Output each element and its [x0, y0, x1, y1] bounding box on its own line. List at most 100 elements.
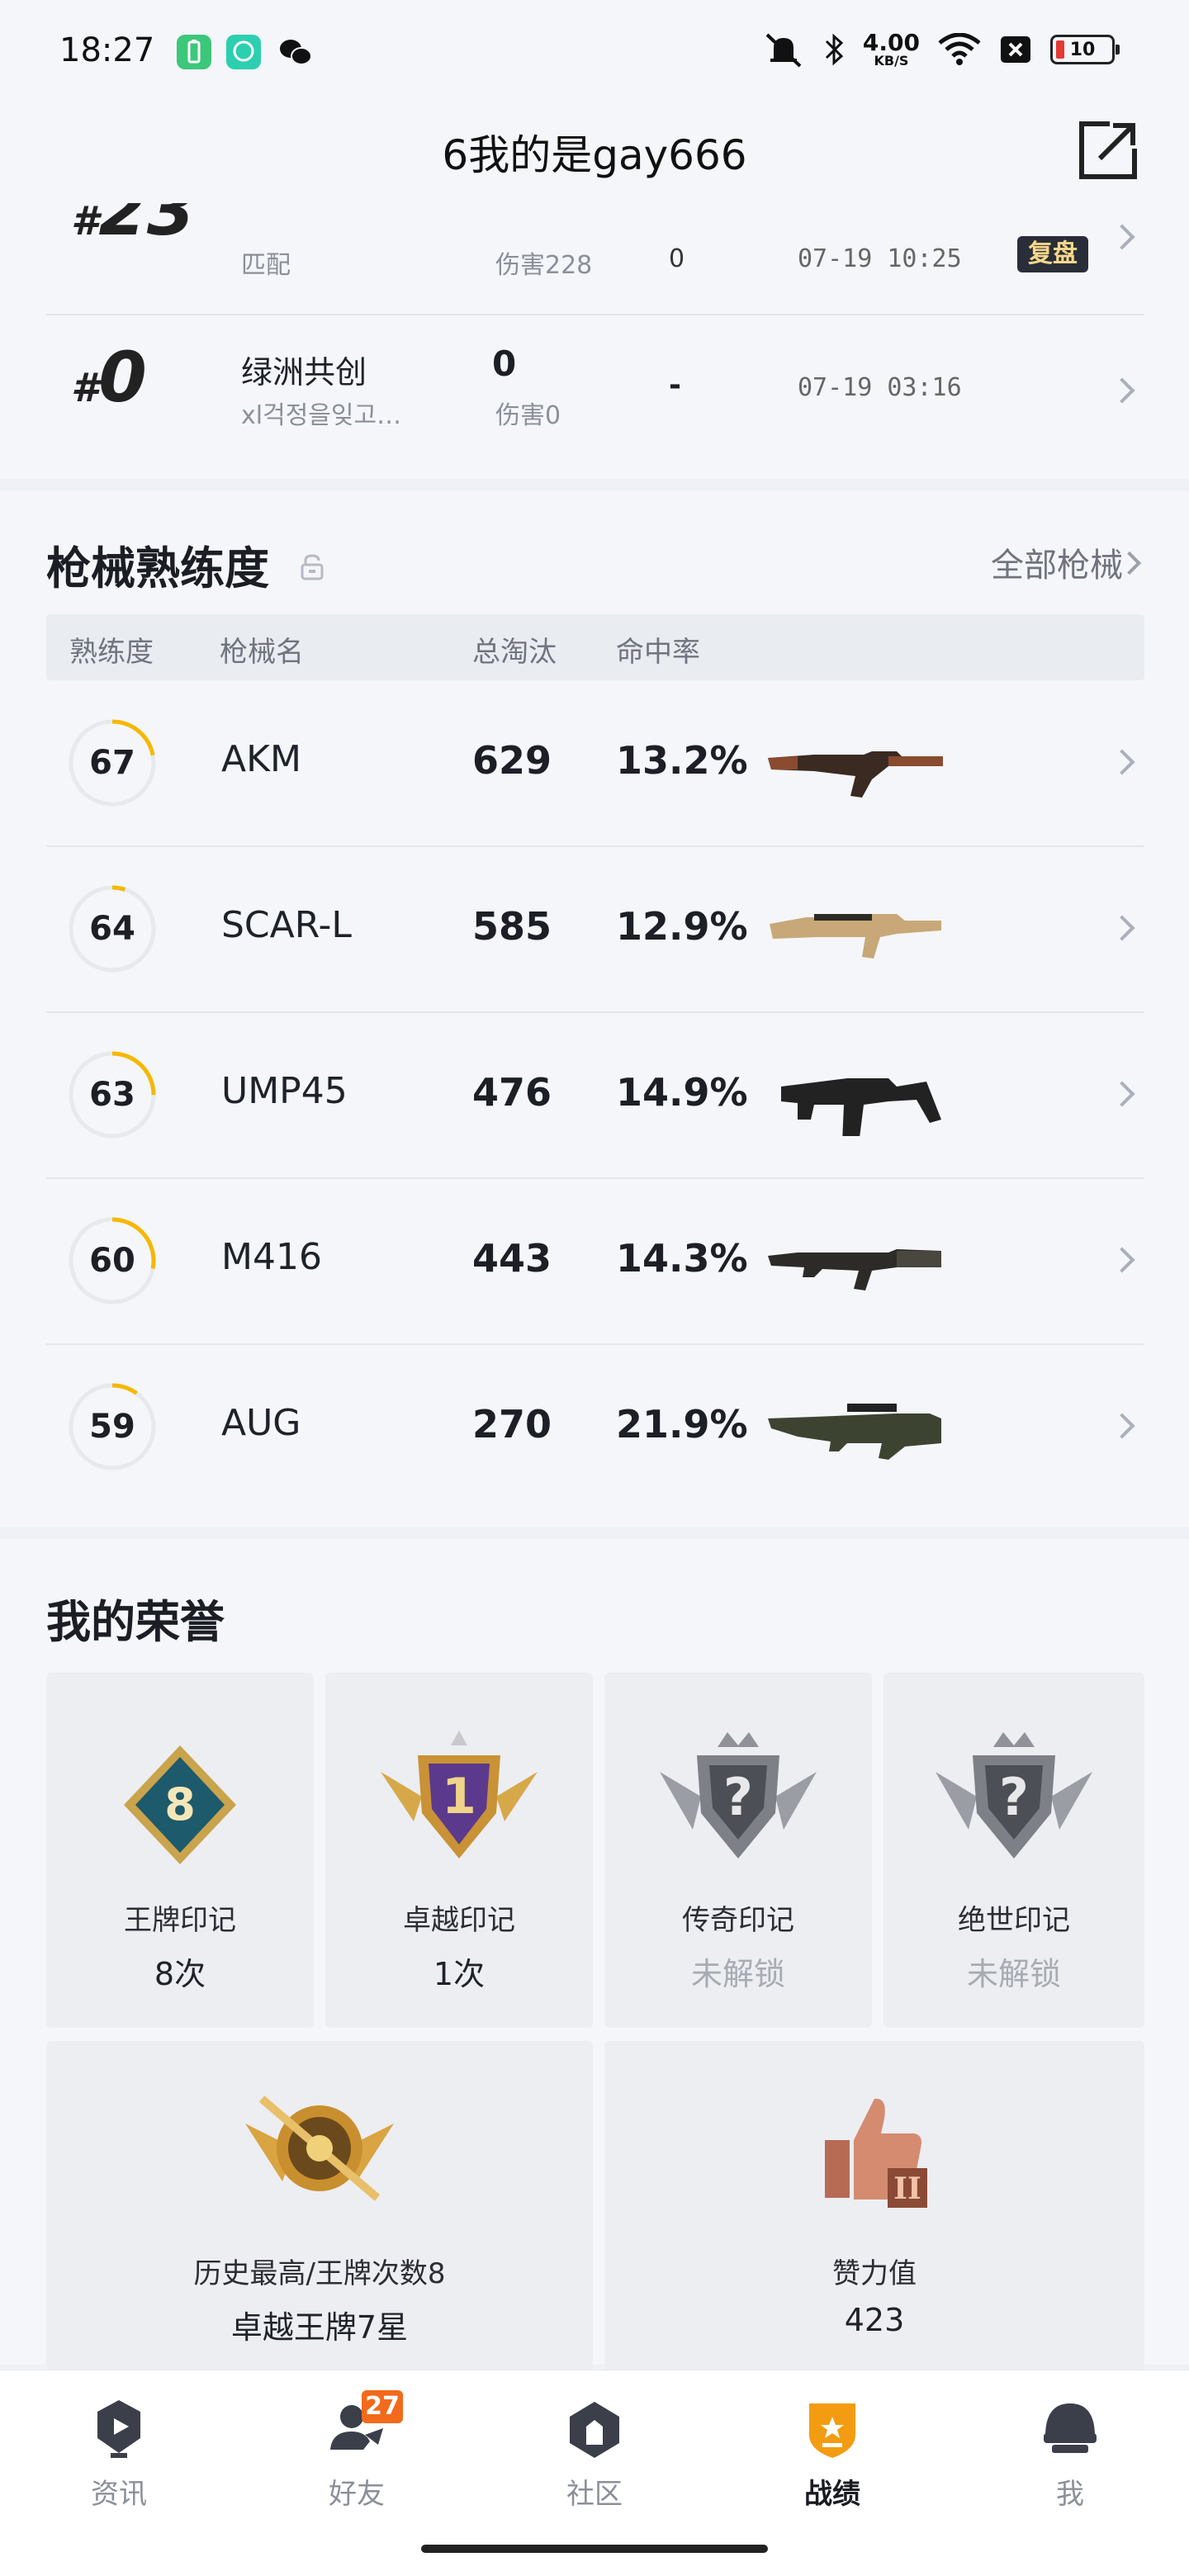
- honor-value: 卓越王牌7星: [230, 2309, 409, 2346]
- gun-row[interactable]: 59 AUG 270 21.9%: [46, 1344, 1144, 1509]
- match-date: 07-19 03:16: [798, 373, 962, 402]
- proficiency-level: 59: [89, 1408, 135, 1446]
- gun-name: M416: [221, 1236, 322, 1278]
- ace-rank-badge-icon: [245, 2095, 394, 2201]
- friends-badge: 27: [362, 2390, 403, 2423]
- gun-image: [768, 1249, 941, 1290]
- share-external-icon[interactable]: [1077, 119, 1139, 182]
- tab-label: 资讯: [91, 2478, 147, 2511]
- honor-card-history-best[interactable]: 历史最高/王牌次数8 卓越王牌7星: [46, 2041, 593, 2371]
- tab-label: 我: [1056, 2478, 1084, 2511]
- gun-hit-rate: 14.3%: [616, 1236, 748, 1281]
- gun-hit-rate: 13.2%: [616, 738, 748, 783]
- honor-value: 8次: [154, 1956, 206, 1992]
- wifi-icon: [938, 33, 981, 65]
- match-mode: 匹配: [241, 251, 291, 280]
- gun-name: UMP45: [221, 1070, 348, 1112]
- gun-row[interactable]: 63 UMP45 476 14.9%: [46, 1012, 1144, 1177]
- locked-legend-badge-icon: ?: [660, 1732, 817, 1859]
- section-title: 枪械熟练度: [46, 542, 269, 594]
- honor-card-ace[interactable]: 8 王牌印记 8次: [46, 1673, 314, 2028]
- lock-icon[interactable]: [299, 553, 325, 581]
- gun-total-kills: 476: [472, 1070, 552, 1115]
- match-subtitle: xl걱정을잊고…: [241, 401, 402, 430]
- honor-card-peerless[interactable]: ? 绝世印记 未解锁: [883, 1673, 1144, 2028]
- tab-community[interactable]: 社区: [476, 2370, 713, 2519]
- gun-name: AKM: [221, 738, 301, 780]
- gun-proficiency-section: 枪械熟练度 全部枪械 熟练度 枪械名 总淘汰 命中率 67 AKM 629 13.2%…: [0, 490, 1189, 1527]
- match-kills: 0: [669, 244, 685, 273]
- mute-icon: [765, 33, 802, 68]
- proficiency-level: 60: [89, 1242, 135, 1280]
- bluetooth-icon: [825, 33, 844, 66]
- match-mode: 绿洲共创: [241, 354, 367, 391]
- status-time: 18:27: [59, 31, 155, 69]
- all-guns-link[interactable]: 全部枪械: [991, 538, 1123, 586]
- chevron-right-icon: [1109, 1247, 1135, 1273]
- match-dash: -: [669, 368, 681, 402]
- section-title: 我的荣誉: [46, 1596, 225, 1648]
- match-damage: 伤害228: [495, 251, 593, 280]
- tab-label: 好友: [329, 2478, 385, 2511]
- col-hit-rate: 命中率: [616, 636, 700, 669]
- news-play-icon: [97, 2400, 140, 2458]
- honor-label: 卓越印记: [403, 1904, 515, 1937]
- gun-name: SCAR-L: [221, 904, 352, 946]
- gun-total-kills: 585: [472, 904, 552, 949]
- gun-image: [770, 914, 941, 959]
- gun-hit-rate: 14.9%: [616, 1070, 748, 1115]
- honor-value: 423: [844, 2302, 905, 2338]
- gun-table-header: 熟练度 枪械名 总淘汰 命中率: [46, 614, 1144, 680]
- gun-total-kills: 270: [472, 1402, 552, 1447]
- honor-label: 王牌印记: [124, 1904, 236, 1937]
- chevron-right-icon: [1109, 377, 1135, 404]
- tab-news[interactable]: 资讯: [0, 2370, 238, 2519]
- svg-text:1: 1: [442, 1768, 476, 1825]
- divider: [46, 314, 1144, 315]
- tab-records[interactable]: 战绩: [713, 2370, 951, 2519]
- honor-card-likes[interactable]: II 赞力值 423: [604, 2041, 1144, 2371]
- match-damage: 伤害0: [495, 401, 561, 430]
- community-icon: [570, 2402, 619, 2458]
- chevron-right-icon: [1109, 749, 1135, 775]
- replay-badge[interactable]: 复盘: [1017, 236, 1088, 272]
- match-date: 07-19 10:25: [798, 244, 962, 273]
- svg-text:II: II: [893, 2171, 921, 2206]
- gun-image: [781, 1078, 941, 1136]
- close-box-icon: [1001, 36, 1030, 63]
- match-row[interactable]: #0 绿洲共创 xl걱정을잊고… 0 伤害0 - 07-19 03:16: [46, 324, 1144, 456]
- col-total-kills: 总淘汰: [472, 636, 557, 669]
- tab-me[interactable]: 我: [951, 2370, 1189, 2519]
- honor-label: 历史最高/王牌次数8: [193, 2257, 446, 2290]
- gun-row[interactable]: 60 M416 443 14.3%: [46, 1178, 1144, 1343]
- proficiency-level: 63: [89, 1076, 135, 1114]
- honor-label: 传奇印记: [682, 1904, 794, 1937]
- gun-total-kills: 443: [472, 1236, 552, 1281]
- excellence-badge-icon: 1: [381, 1731, 538, 1859]
- svg-text:8: 8: [164, 1778, 196, 1830]
- page-title: 6我的是gay666: [442, 131, 747, 179]
- proficiency-level: 64: [89, 910, 135, 948]
- gun-row[interactable]: 67 AKM 629 13.2%: [46, 680, 1144, 845]
- tab-friends[interactable]: 27 好友: [238, 2370, 476, 2519]
- tab-label: 社区: [566, 2478, 623, 2511]
- proficiency-level: 67: [89, 744, 135, 782]
- match-history-list: #23 匹配 伤害228 0 07-19 10:25 复盘 #0 绿洲共创 xl…: [0, 203, 1189, 479]
- honor-card-excellence[interactable]: 1 卓越印记 1次: [325, 1673, 593, 2028]
- helmet-icon: [1044, 2403, 1097, 2453]
- honor-card-legend[interactable]: ? 传奇印记 未解锁: [604, 1673, 872, 2028]
- chevron-right-icon: [1109, 915, 1135, 941]
- match-row[interactable]: #23 匹配 伤害228 0 07-19 10:25 复盘: [46, 203, 1144, 327]
- honor-value: 未解锁: [690, 1956, 785, 1992]
- gun-row[interactable]: 64 SCAR-L 585 12.9%: [46, 846, 1144, 1011]
- status-right-group: 4.00 KB/S 10: [762, 31, 1120, 68]
- home-indicator[interactable]: [421, 2545, 768, 2553]
- col-proficiency: 熟练度: [69, 636, 154, 669]
- chevron-right-icon: [1109, 224, 1135, 250]
- honor-section: 我的荣誉 8 王牌印记 8次 1 卓越印记 1次 ? 传奇印记 未解锁 ? 绝世…: [0, 1539, 1189, 2371]
- honor-label: 赞力值: [832, 2257, 917, 2290]
- col-gun-name: 枪械名: [220, 636, 304, 669]
- battery-saver-icon: [177, 35, 211, 69]
- wechat-icon: [277, 35, 312, 69]
- gun-name: AUG: [221, 1402, 301, 1444]
